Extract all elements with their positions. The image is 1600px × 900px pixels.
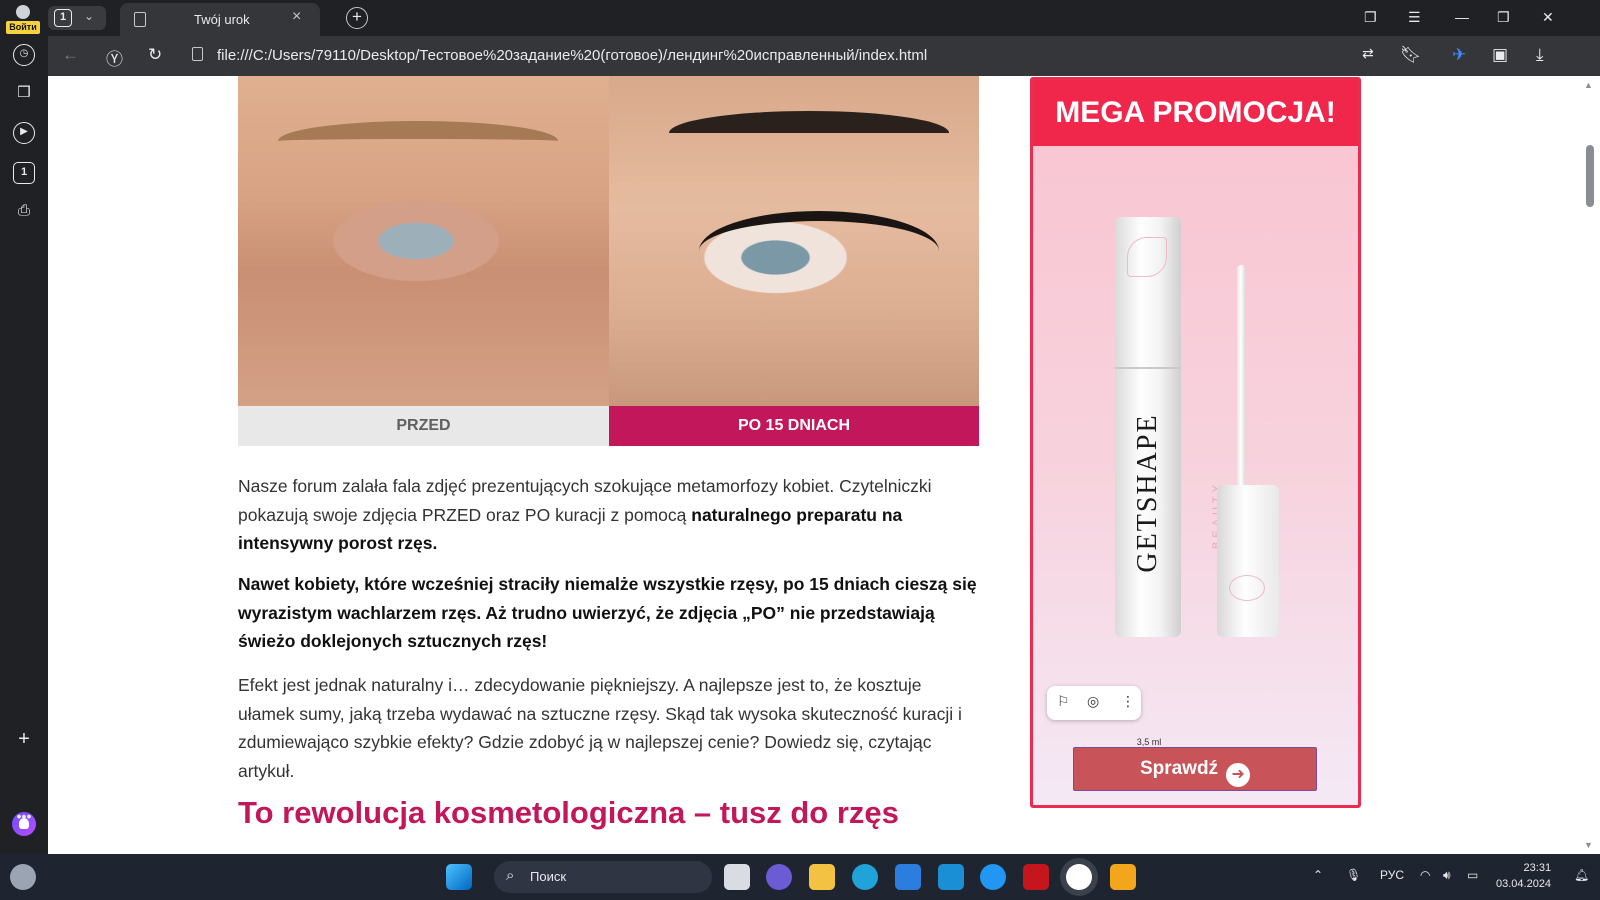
taskbar: ⌕ Поиск ⌃ 🎙︎ РУС ◠ 🔊︎ ▭ 23:31 03.04.2024… bbox=[0, 854, 1600, 900]
file-explorer-icon[interactable] bbox=[809, 864, 835, 890]
applicator-wand bbox=[1237, 265, 1245, 485]
clock[interactable]: 23:31 03.04.2024 bbox=[1496, 860, 1551, 892]
myhp-icon[interactable] bbox=[938, 864, 964, 890]
wifi-icon[interactable]: ◠ bbox=[1420, 868, 1430, 882]
check-button-label: Sprawdź bbox=[1139, 758, 1219, 779]
search-icon: ⌕ bbox=[506, 867, 515, 884]
yandex-browser-icon[interactable] bbox=[1066, 864, 1092, 890]
screenshot-icon[interactable]: ⎙ bbox=[13, 201, 35, 223]
paragraph-intro: Nasze forum zalała fala zdjęć prezentują… bbox=[238, 472, 982, 558]
minimize-button[interactable]: — bbox=[1455, 9, 1469, 25]
user-icon bbox=[16, 5, 30, 19]
reload-icon[interactable]: ↻ bbox=[148, 45, 162, 65]
camera-icon[interactable]: ◎ bbox=[1087, 693, 1099, 710]
download-icon[interactable]: ⤓ bbox=[1536, 45, 1544, 65]
collections-icon[interactable]: ❐ bbox=[1364, 9, 1377, 26]
check-button[interactable]: Sprawdź ➜ bbox=[1073, 747, 1317, 791]
browser-sidebar: ◷ ❒ ▶ 1 ⎙ + ••• bbox=[0, 36, 48, 854]
tab-count: 1 bbox=[54, 9, 72, 27]
clock-time: 23:31 bbox=[1523, 862, 1552, 874]
bookmark-icon[interactable]: 🔖︎ bbox=[1400, 45, 1422, 65]
arrow-right-icon: ➜ bbox=[1226, 763, 1251, 787]
volume-icon[interactable]: 🔊︎ bbox=[1443, 868, 1451, 883]
taskbar-search[interactable]: ⌕ Поиск bbox=[494, 861, 712, 893]
after-photo bbox=[609, 76, 979, 406]
promo-headline: MEGA PROMOCJA! bbox=[1033, 80, 1358, 146]
tab-active[interactable]: Twój urok × bbox=[120, 3, 320, 36]
store-icon[interactable] bbox=[895, 864, 921, 890]
eye-drawing-icon bbox=[1229, 575, 1265, 601]
translate-icon[interactable]: ⇄ bbox=[1362, 45, 1374, 62]
product-tube: GETSHAPE BEAUTY EYES 3,5 ml 0.12 fl.oz. bbox=[1115, 217, 1235, 758]
page-icon bbox=[134, 12, 146, 27]
url-field[interactable]: file:///C:/Users/79110/Desktop/Тестовое%… bbox=[217, 47, 927, 64]
image-toolbar: ⚐ ◎ ⋮ bbox=[1047, 686, 1141, 720]
search-label: Поиск bbox=[530, 869, 567, 884]
extension-icon[interactable]: ✈ bbox=[1452, 45, 1466, 65]
page-viewport: PRZED PO 15 DNIACH Nasze forum zalała fa… bbox=[48, 76, 1566, 854]
promo-ad[interactable]: MEGA PROMOCJA! GETSHAPE BEAUTY EYES 3,5 … bbox=[1030, 77, 1361, 808]
file-icon bbox=[192, 47, 203, 61]
notification-icon[interactable]: 🔔︎ bbox=[1574, 868, 1589, 882]
profile-button[interactable]: Войти bbox=[6, 3, 40, 34]
chevron-up-icon[interactable]: ⌃ bbox=[1313, 868, 1323, 882]
language-indicator[interactable]: РУС bbox=[1380, 868, 1404, 882]
caption-before: PRZED bbox=[238, 406, 609, 446]
microphone-icon[interactable]: 🎙︎ bbox=[1346, 868, 1361, 882]
address-bar-row: ← Ⓨ ↻ file:///C:/Users/79110/Desktop/Тес… bbox=[48, 36, 1600, 76]
start-icon[interactable] bbox=[446, 864, 472, 890]
collections-icon[interactable]: ❒ bbox=[13, 83, 35, 105]
mcafee-icon[interactable] bbox=[1023, 864, 1049, 890]
caption-after: PO 15 DNIACH bbox=[609, 406, 979, 446]
restore-button[interactable]: ❐ bbox=[1497, 9, 1510, 26]
login-label: Войти bbox=[6, 21, 40, 34]
yandex-icon[interactable]: Ⓨ bbox=[106, 45, 123, 70]
chat-icon[interactable] bbox=[766, 864, 792, 890]
paragraph-highlight: Nawet kobiety, które wcześniej straciły … bbox=[238, 574, 977, 651]
scrollbar-thumb[interactable] bbox=[1586, 145, 1594, 207]
back-arrow-icon[interactable]: ← bbox=[62, 45, 79, 65]
edge-icon[interactable] bbox=[852, 864, 878, 890]
help-icon[interactable] bbox=[980, 864, 1006, 890]
paragraph-body: Efekt jest jednak naturalny i… zdecydowa… bbox=[238, 675, 962, 781]
tube-band bbox=[1115, 367, 1181, 369]
weather-icon[interactable] bbox=[10, 864, 36, 890]
tab-title: Twój urok bbox=[194, 12, 250, 27]
tab-switcher[interactable]: 1 ⌄ bbox=[48, 6, 106, 30]
applicator-cap bbox=[1217, 485, 1279, 637]
clock-date: 03.04.2024 bbox=[1496, 878, 1552, 890]
eyebrow-shape bbox=[278, 121, 558, 161]
product-brand: GETSHAPE bbox=[1132, 413, 1163, 573]
close-tab-icon[interactable]: × bbox=[292, 8, 301, 26]
new-tab-button[interactable]: + bbox=[346, 7, 368, 29]
scroll-up-icon[interactable]: ▲ bbox=[1584, 80, 1593, 90]
task-view-icon[interactable] bbox=[724, 864, 750, 890]
battery-icon[interactable]: ▭ bbox=[1467, 868, 1478, 882]
tabs-icon[interactable]: 1 bbox=[13, 162, 35, 184]
eyelash-shape bbox=[699, 211, 939, 291]
sublime-icon[interactable] bbox=[1110, 864, 1136, 890]
section-heading: To rewolucja kosmetologiczna – tusz do r… bbox=[238, 795, 899, 830]
sidebar-panel-icon[interactable]: ▣ bbox=[1492, 45, 1508, 65]
scroll-down-icon[interactable]: ▼ bbox=[1584, 840, 1593, 850]
before-photo bbox=[238, 76, 609, 406]
add-panel-icon[interactable]: + bbox=[13, 729, 35, 751]
eyebrow-shape bbox=[669, 111, 949, 155]
more-icon[interactable]: ⋮ bbox=[1121, 693, 1135, 710]
face-drawing-icon bbox=[1127, 237, 1167, 277]
scrollbar[interactable] bbox=[1566, 76, 1600, 854]
browser-tab-strip: Войти 1 ⌄ Twój urok × + ❐ ☰ — ❐ ✕ bbox=[0, 0, 1600, 36]
history-icon[interactable]: ◷ bbox=[13, 44, 35, 66]
menu-icon[interactable]: ☰ bbox=[1408, 9, 1421, 26]
chevron-down-icon: ⌄ bbox=[84, 9, 95, 23]
more-icon[interactable]: ••• bbox=[13, 806, 35, 828]
bookmark-icon[interactable]: ⚐ bbox=[1057, 693, 1070, 710]
play-icon[interactable]: ▶ bbox=[13, 122, 35, 144]
close-window-button[interactable]: ✕ bbox=[1542, 9, 1554, 26]
